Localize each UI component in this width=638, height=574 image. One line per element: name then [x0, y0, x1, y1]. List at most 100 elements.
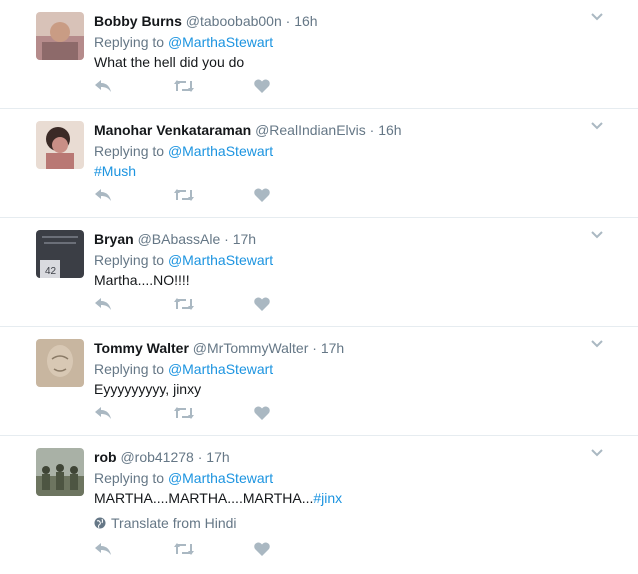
reply-icon: [95, 189, 111, 201]
retweet-button[interactable]: [174, 294, 254, 314]
retweet-button[interactable]: [174, 76, 254, 96]
mention-link[interactable]: @MarthaStewart: [168, 143, 273, 159]
avatar[interactable]: [36, 121, 84, 169]
heart-icon: [254, 79, 270, 93]
tweet-text: Eyyyyyyyyy, jinxy: [94, 379, 592, 399]
replying-to-label: Replying to: [94, 470, 165, 486]
reply-icon: [95, 543, 111, 555]
reply-icon: [95, 298, 111, 310]
tweet-header: Bryan @BAbassAle · 17h: [94, 230, 592, 248]
reply-icon: [95, 80, 111, 92]
tweet-content: Manohar Venkataraman @RealIndianElvis · …: [94, 121, 592, 181]
like-button[interactable]: [254, 294, 334, 314]
tweet-header: Bobby Burns @taboobab00n · 16h: [94, 12, 592, 30]
chevron-down-icon[interactable]: [590, 12, 604, 22]
tweet[interactable]: rob @rob41278 · 17h Replying to @MarthaS…: [0, 436, 638, 571]
tweet-header: rob @rob41278 · 17h: [94, 448, 592, 466]
tweet-text: Martha....NO!!!!: [94, 270, 592, 290]
mention-link[interactable]: @MarthaStewart: [168, 252, 273, 268]
reply-button[interactable]: [94, 403, 174, 423]
svg-text:42: 42: [45, 266, 57, 277]
tweet-text: What the hell did you do: [94, 52, 592, 72]
chevron-down-icon[interactable]: [590, 339, 604, 349]
tweet-actions: [94, 294, 334, 314]
tweet-content: Tommy Walter @MrTommyWalter · 17h Replyi…: [94, 339, 592, 399]
reply-button[interactable]: [94, 294, 174, 314]
retweet-icon: [174, 407, 194, 419]
replying-to-label: Replying to: [94, 143, 165, 159]
hashtag-link[interactable]: #Mush: [94, 163, 136, 179]
like-button[interactable]: [254, 539, 334, 559]
chevron-down-icon[interactable]: [590, 448, 604, 458]
separator: ·: [312, 340, 317, 356]
user-handle[interactable]: @RealIndianElvis: [255, 122, 366, 138]
reply-button[interactable]: [94, 185, 174, 205]
tweet-text: #Mush: [94, 161, 592, 181]
retweet-icon: [174, 189, 194, 201]
heart-icon: [254, 542, 270, 556]
heart-icon: [254, 406, 270, 420]
user-handle[interactable]: @BAbassAle: [138, 231, 221, 247]
replying-to-label: Replying to: [94, 34, 165, 50]
tweet-actions: [94, 76, 334, 96]
display-name[interactable]: Manohar Venkataraman: [94, 122, 251, 138]
retweet-icon: [174, 80, 194, 92]
tweet-content: rob @rob41278 · 17h Replying to @MarthaS…: [94, 448, 592, 533]
tweet[interactable]: Manohar Venkataraman @RealIndianElvis · …: [0, 109, 638, 218]
separator: ·: [369, 122, 375, 138]
chevron-down-icon[interactable]: [590, 121, 604, 131]
reply-button[interactable]: [94, 539, 174, 559]
avatar[interactable]: [36, 448, 84, 496]
heart-icon: [254, 297, 270, 311]
translate-link[interactable]: Translate from Hindi: [94, 513, 592, 533]
separator: ·: [285, 13, 291, 29]
heart-icon: [254, 188, 270, 202]
hashtag-link[interactable]: #jinx: [313, 490, 342, 506]
avatar[interactable]: 42: [36, 230, 84, 278]
retweet-button[interactable]: [174, 539, 254, 559]
like-button[interactable]: [254, 403, 334, 423]
tweet[interactable]: Bobby Burns @taboobab00n · 16h Replying …: [0, 0, 638, 109]
display-name[interactable]: Tommy Walter: [94, 340, 189, 356]
replying-to: Replying to @MarthaStewart: [94, 141, 592, 161]
retweet-button[interactable]: [174, 403, 254, 423]
tweet-text-body: What the hell did you do: [94, 54, 245, 70]
display-name[interactable]: Bryan: [94, 231, 134, 247]
reply-button[interactable]: [94, 76, 174, 96]
replying-to: Replying to @MarthaStewart: [94, 250, 592, 270]
tweet-content: Bobby Burns @taboobab00n · 16h Replying …: [94, 12, 592, 72]
display-name[interactable]: rob: [94, 449, 117, 465]
user-handle[interactable]: @MrTommyWalter: [193, 340, 309, 356]
retweet-icon: [174, 298, 194, 310]
timestamp[interactable]: 17h: [233, 231, 256, 247]
retweet-icon: [174, 543, 194, 555]
user-handle[interactable]: @taboobab00n: [186, 13, 282, 29]
replying-to-label: Replying to: [94, 252, 165, 268]
replying-to: Replying to @MarthaStewart: [94, 359, 592, 379]
timestamp[interactable]: 17h: [206, 449, 229, 465]
user-handle[interactable]: @rob41278: [120, 449, 193, 465]
replying-to: Replying to @MarthaStewart: [94, 32, 592, 52]
chevron-down-icon[interactable]: [590, 230, 604, 240]
display-name[interactable]: Bobby Burns: [94, 13, 182, 29]
mention-link[interactable]: @MarthaStewart: [168, 361, 273, 377]
mention-link[interactable]: @MarthaStewart: [168, 470, 273, 486]
avatar[interactable]: [36, 339, 84, 387]
tweet-text-body: Eyyyyyyyyy, jinxy: [94, 381, 202, 397]
mention-link[interactable]: @MarthaStewart: [168, 34, 273, 50]
globe-icon: [94, 517, 106, 529]
like-button[interactable]: [254, 185, 334, 205]
tweet-actions: [94, 539, 334, 559]
separator: ·: [197, 449, 203, 465]
tweet[interactable]: 42 Bryan @BAbassAle · 17h Replying to @M…: [0, 218, 638, 327]
like-button[interactable]: [254, 76, 334, 96]
timestamp[interactable]: 17h: [321, 340, 344, 356]
timestamp[interactable]: 16h: [294, 13, 317, 29]
reply-feed: Bobby Burns @taboobab00n · 16h Replying …: [0, 0, 638, 571]
timestamp[interactable]: 16h: [378, 122, 401, 138]
tweet-header: Tommy Walter @MrTommyWalter · 17h: [94, 339, 592, 357]
avatar[interactable]: [36, 12, 84, 60]
retweet-button[interactable]: [174, 185, 254, 205]
tweet-actions: [94, 185, 334, 205]
tweet[interactable]: Tommy Walter @MrTommyWalter · 17h Replyi…: [0, 327, 638, 436]
